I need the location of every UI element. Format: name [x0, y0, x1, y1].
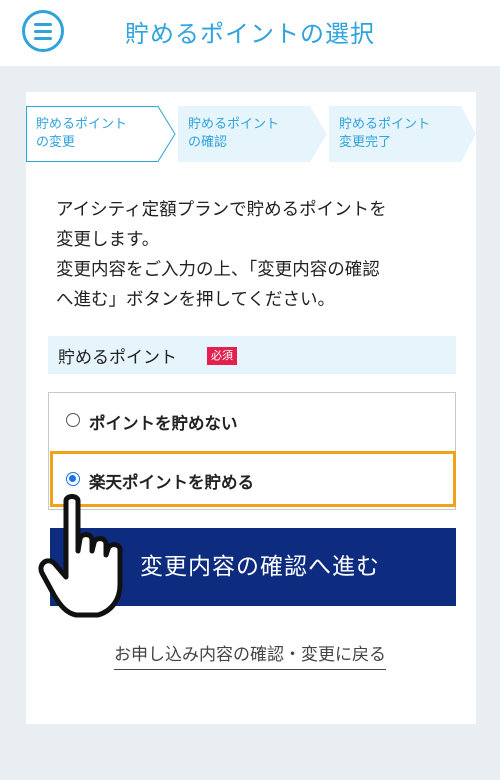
back-link-text[interactable]: お申し込み内容の確認・変更に戻る [114, 645, 386, 670]
step-2-line1: 貯めるポイント [188, 117, 280, 132]
progress-steps: 貯めるポイント の変更 貯めるポイント の確認 貯めるポイント 変更完了 [26, 106, 476, 162]
field-label: 貯めるポイント [58, 348, 177, 368]
step-1-line2: の変更 [36, 135, 76, 150]
main-card: 貯めるポイント の変更 貯めるポイント の確認 貯めるポイント 変更完了 アイシティ定… [26, 92, 476, 724]
back-link[interactable]: お申し込み内容の確認・変更に戻る [0, 640, 500, 670]
step-3: 貯めるポイント 変更完了 [329, 106, 476, 162]
step-3-line2: 変更完了 [339, 135, 392, 150]
option-no-points-label: ポイントを貯めない [89, 414, 238, 433]
pointer-hand-icon [38, 494, 123, 618]
step-2: 貯めるポイント の確認 [178, 106, 328, 162]
intro-text: アイシティ定額プランで貯めるポイントを 変更します。 変更内容をご入力の上、「変… [56, 200, 387, 310]
step-1: 貯めるポイント の変更 [26, 106, 176, 162]
step-1-line1: 貯めるポイント [36, 117, 128, 132]
required-badge: 必須 [207, 347, 237, 365]
radio-no-points[interactable] [66, 413, 80, 427]
app-header: 貯めるポイントの選択 [0, 0, 500, 66]
option-no-points[interactable]: ポイントを貯めない [49, 393, 455, 451]
step-2-line2: の確認 [188, 135, 228, 150]
step-3-line1: 貯めるポイント [339, 117, 431, 132]
field-label-row: 貯めるポイント 必須 [48, 336, 456, 374]
page-title: 貯めるポイントの選択 [125, 20, 375, 48]
